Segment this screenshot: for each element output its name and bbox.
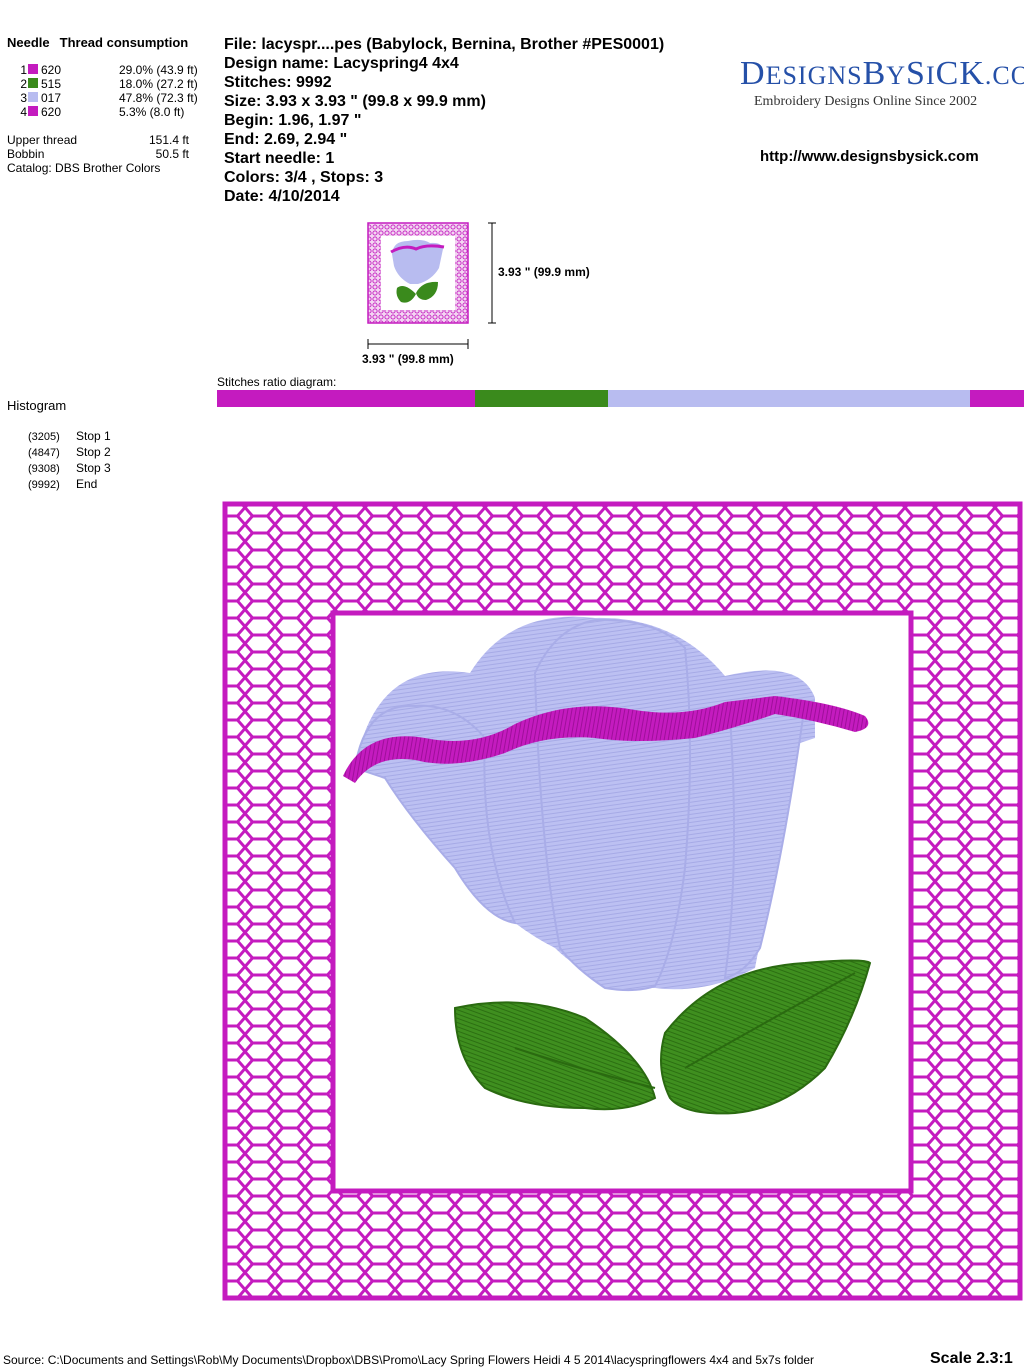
- thread-row: 4 620 5.3% (8.0 ft): [7, 105, 207, 119]
- histogram-stops: (3205) Stop 1 (4847) Stop 2 (9308) Stop 3 (…: [28, 429, 111, 493]
- start-needle-line: Start needle: 1: [224, 150, 335, 167]
- embroidery-preview: [222, 501, 1023, 1301]
- logo-tagline: Embroidery Designs Online Since 2002: [754, 94, 978, 109]
- logo-wordmark: DESIGNSBYSICK.COM: [740, 55, 1024, 92]
- design-info: File: lacyspr....pes (Babylock, Bernina,…: [224, 35, 664, 206]
- stop-item: (9992) End: [28, 477, 111, 493]
- date-line: Date: 4/10/2014: [224, 188, 340, 205]
- design-name-line: Design name: Lacyspring4 4x4: [224, 55, 459, 72]
- color-swatch: [28, 92, 38, 102]
- thread-consumption: 47.8% (72.3 ft): [119, 91, 198, 105]
- upper-thread-value: 151.4 ft: [148, 133, 189, 147]
- stop-label: Stop 1: [76, 429, 111, 443]
- consumption-header: Thread consumption: [59, 35, 189, 50]
- stop-item: (4847) Stop 2: [28, 445, 111, 461]
- thread-row: 2 515 18.0% (27.2 ft): [7, 77, 207, 91]
- stop-label: Stop 2: [76, 445, 111, 459]
- stop-count: (4847): [28, 447, 60, 459]
- color-swatch: [28, 78, 38, 88]
- begin-line: Begin: 1.96, 1.97 ": [224, 112, 362, 129]
- stop-count: (9992): [28, 479, 60, 491]
- thread-code: 620: [41, 105, 62, 119]
- thread-code: 515: [41, 77, 62, 91]
- thread-code: 620: [41, 63, 62, 77]
- upper-thread-label: Upper thread: [7, 133, 78, 147]
- thread-table-header: Needle Thread consumption: [7, 35, 188, 50]
- website-url: http://www.designsbysick.com: [760, 148, 979, 165]
- needle-number: 4: [20, 105, 27, 119]
- thumbnail-width-label: 3.93 " (99.8 mm): [362, 352, 454, 366]
- stitches-ratio-bar: [217, 390, 1024, 407]
- thread-consumption: 18.0% (27.2 ft): [119, 77, 198, 91]
- file-line: File: lacyspr....pes (Babylock, Bernina,…: [224, 36, 665, 53]
- histogram-title: Histogram: [7, 398, 67, 413]
- stop-count: (3205): [28, 431, 60, 443]
- colors-line: Colors: 3/4 , Stops: 3: [224, 169, 384, 186]
- thread-code: 017: [41, 91, 62, 105]
- needle-header: Needle: [7, 35, 50, 50]
- needle-number: 3: [20, 91, 27, 105]
- stop-item: (9308) Stop 3: [28, 461, 111, 477]
- stop-label: Stop 3: [76, 461, 111, 475]
- end-line: End: 2.69, 2.94 ": [224, 131, 348, 148]
- ratio-segment: [217, 390, 476, 407]
- thumbnail-height-label: 3.93 " (99.9 mm): [498, 265, 590, 279]
- color-swatch: [28, 64, 38, 74]
- bobbin-label: Bobbin: [7, 147, 45, 161]
- thread-row: 1 620 29.0% (43.9 ft): [7, 63, 207, 77]
- thread-consumption: 5.3% (8.0 ft): [119, 105, 185, 119]
- stop-count: (9308): [28, 463, 60, 475]
- ratio-label: Stitches ratio diagram:: [217, 375, 337, 389]
- ratio-segment: [969, 390, 1024, 407]
- color-swatch: [28, 106, 38, 116]
- size-line: Size: 3.93 x 3.93 " (99.8 x 99.9 mm): [224, 93, 486, 110]
- design-thumbnail: [367, 222, 496, 349]
- stop-item: (3205) Stop 1: [28, 429, 111, 445]
- ratio-segment: [608, 390, 970, 407]
- stop-label: End: [76, 477, 98, 491]
- designsbysick-logo: DESIGNSBYSICK.COM Embroidery Designs Onl…: [740, 55, 1024, 110]
- stitches-line: Stitches: 9992: [224, 74, 332, 91]
- ratio-segment: [475, 390, 609, 407]
- needle-number: 1: [20, 63, 27, 77]
- source-path: Source: C:\Documents and Settings\Rob\My…: [3, 1353, 815, 1367]
- scale-label: Scale 2.3:1: [930, 1350, 1013, 1367]
- thread-consumption: 29.0% (43.9 ft): [119, 63, 198, 77]
- thread-table: 1 620 29.0% (43.9 ft) 2 515 18.0% (27.2 …: [7, 63, 207, 119]
- needle-number: 2: [20, 77, 27, 91]
- bobbin-value: 50.5 ft: [155, 147, 189, 161]
- catalog-text: Catalog: DBS Brother Colors: [7, 161, 161, 175]
- thread-row: 3 017 47.8% (72.3 ft): [7, 91, 207, 105]
